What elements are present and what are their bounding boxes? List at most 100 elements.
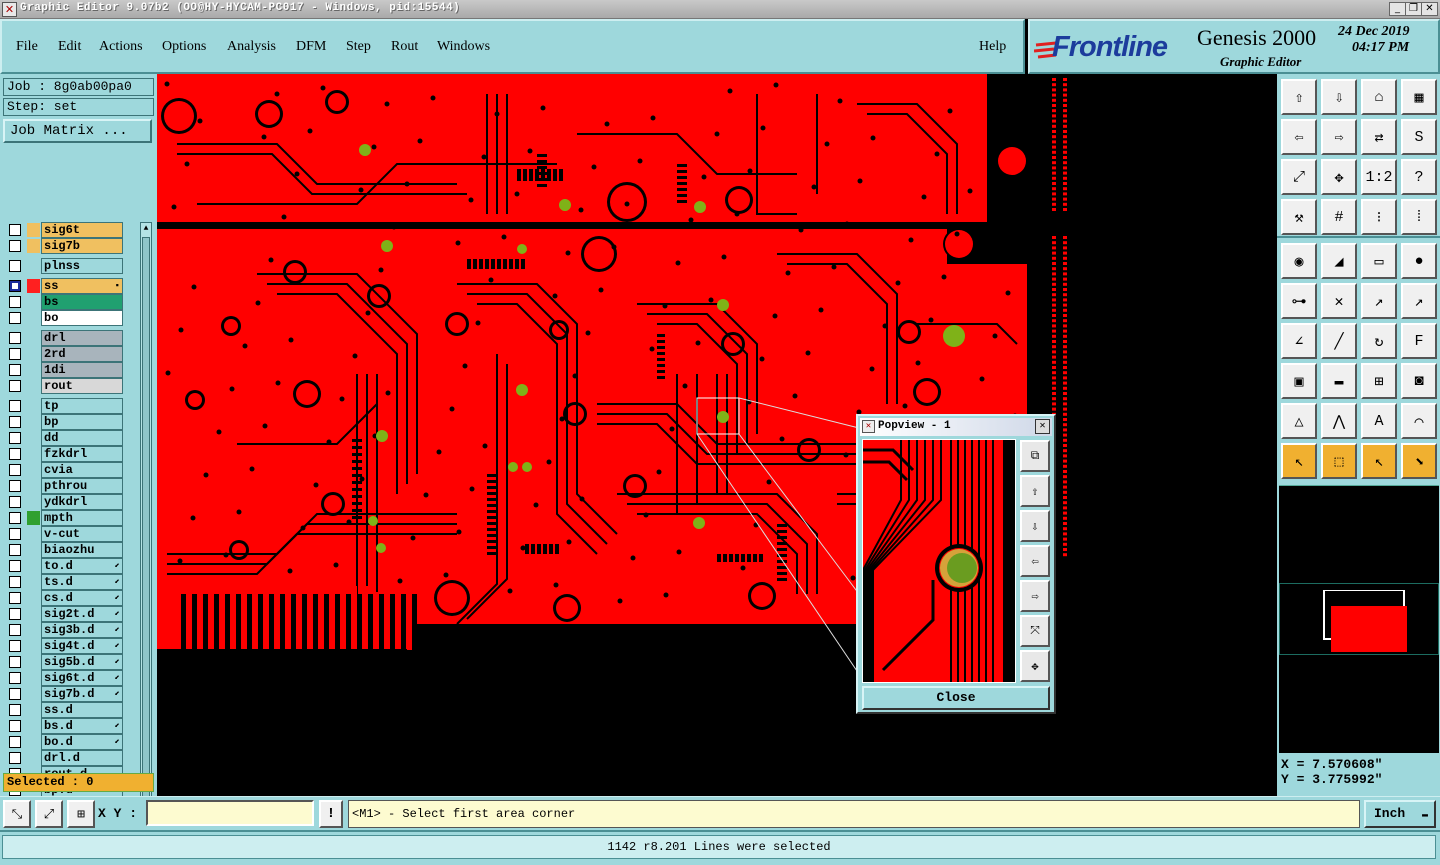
popview-down-icon[interactable]: ⇩ [1020, 510, 1050, 542]
layer-checkbox[interactable] [9, 332, 21, 344]
layer-color-swatch[interactable] [27, 279, 40, 293]
grid-snap-icon[interactable]: ⊞ [67, 800, 95, 828]
layer-name[interactable]: rout [41, 378, 123, 394]
layer-name[interactable]: bo.d ⬋ [41, 734, 123, 750]
snake-icon[interactable]: S [1401, 119, 1437, 155]
minimize-button[interactable]: _ [1389, 2, 1406, 16]
text-tool-icon[interactable]: F [1401, 323, 1437, 359]
restore-button[interactable]: ❐ [1405, 2, 1422, 16]
layer-checkbox[interactable] [9, 280, 21, 292]
layer-row[interactable]: bp [3, 414, 126, 430]
popview-close-button[interactable]: Close [862, 686, 1050, 710]
layer-row[interactable]: sig5b.d ⬋ [3, 654, 126, 670]
route-select-icon[interactable]: ⬊ [1401, 443, 1437, 479]
move-up-icon[interactable]: ⇧ [1281, 79, 1317, 115]
layer-row[interactable]: plnss [3, 258, 126, 274]
grid-icon[interactable]: # [1321, 199, 1357, 235]
menu-edit[interactable]: Edit [58, 39, 81, 55]
pad-arrow-icon[interactable]: ↗ [1401, 283, 1437, 319]
layer-name[interactable]: ts.d ⬋ [41, 574, 123, 590]
move-down-icon[interactable]: ⇩ [1321, 79, 1357, 115]
layer-row[interactable]: drl [3, 330, 126, 346]
layer-checkbox[interactable] [9, 464, 21, 476]
zoom-center-icon[interactable]: ✥ [1321, 159, 1357, 195]
layer-row[interactable]: sig7b.d ⬋ [3, 686, 126, 702]
popview-fit-icon[interactable]: ⧉ [1020, 440, 1050, 472]
zoom-fit-icon[interactable]: ⤢ [1281, 159, 1317, 195]
pointer-icon[interactable]: ↖ [1281, 443, 1317, 479]
unit-select[interactable]: Inch ▬ [1364, 800, 1436, 828]
layer-name[interactable]: ydkdrl [41, 494, 123, 510]
measure-icon[interactable]: ⚒ [1281, 199, 1317, 235]
popview-close-icon[interactable]: ✕ [1035, 419, 1050, 434]
layer-row[interactable]: sig3b.d ⬋ [3, 622, 126, 638]
layer-scrollbar[interactable]: ▲ ▼ [140, 222, 152, 841]
layer-row[interactable]: mpth [3, 510, 126, 526]
layer-name[interactable]: 1di [41, 362, 123, 378]
home-icon[interactable]: ⌂ [1361, 79, 1397, 115]
layer-name[interactable]: bp [41, 414, 123, 430]
layer-checkbox[interactable] [9, 240, 21, 252]
layer-row[interactable]: 1di [3, 362, 126, 378]
layer-name[interactable]: dd [41, 430, 123, 446]
menu-file[interactable]: File [16, 39, 38, 55]
layer-checkbox[interactable] [9, 704, 21, 716]
hat-icon[interactable]: ⌒ [1401, 403, 1437, 439]
layer-checkbox[interactable] [9, 224, 21, 236]
layer-row[interactable]: cs.d ⬋ [3, 590, 126, 606]
layer-row[interactable]: sig7b [3, 238, 126, 254]
layer-name[interactable]: sig7b [41, 238, 123, 254]
layer-row[interactable]: bo.d ⬋ [3, 734, 126, 750]
menu-analysis[interactable]: Analysis [227, 39, 276, 55]
select-box-icon[interactable]: ⬚ [1321, 443, 1357, 479]
menu-rout[interactable]: Rout [391, 39, 418, 55]
bar-icon[interactable]: ▬ [1321, 363, 1357, 399]
menu-options[interactable]: Options [162, 39, 206, 55]
ast-icon[interactable]: A [1361, 403, 1397, 439]
layer-checkbox[interactable] [9, 512, 21, 524]
layer-checkbox[interactable] [9, 496, 21, 508]
layer-name[interactable]: to.d ⬋ [41, 558, 123, 574]
polygon-icon[interactable]: ⋀ [1321, 403, 1357, 439]
pad-outline-icon[interactable]: ● [1401, 243, 1437, 279]
job-matrix-button[interactable]: Job Matrix ... [3, 119, 152, 143]
layer-row[interactable]: ss.d [3, 702, 126, 718]
layer-color-swatch[interactable] [27, 223, 40, 237]
layer-row[interactable]: fzkdrl [3, 446, 126, 462]
traffic-light-icon[interactable]: ⁝ [1361, 199, 1397, 235]
snap-icon[interactable]: ⤡ [3, 800, 31, 828]
layer-checkbox[interactable] [9, 296, 21, 308]
snap-pad-icon[interactable]: ◉ [1281, 243, 1317, 279]
layer-checkbox[interactable] [9, 640, 21, 652]
layer-name[interactable]: biaozhu [41, 542, 123, 558]
layer-row[interactable]: pthrou [3, 478, 126, 494]
layer-row[interactable]: rout [3, 378, 126, 394]
layer-row[interactable]: 2rd [3, 346, 126, 362]
layer-checkbox[interactable] [9, 416, 21, 428]
layer-name[interactable]: pthrou [41, 478, 123, 494]
layer-checkbox[interactable] [9, 448, 21, 460]
split-view-icon[interactable]: ▦ [1401, 79, 1437, 115]
scroll-up-icon[interactable]: ▲ [141, 223, 151, 235]
xy-input[interactable] [146, 800, 314, 826]
graphic-canvas[interactable] [157, 74, 1277, 796]
scale-one-to-two-icon[interactable]: 1:2 [1361, 159, 1397, 195]
layer-checkbox[interactable] [9, 688, 21, 700]
menu-dfm[interactable]: DFM [296, 39, 326, 55]
layer-name[interactable]: tp [41, 398, 123, 414]
ruler-icon[interactable]: ▭ [1361, 243, 1397, 279]
layer-name[interactable]: plnss [41, 258, 123, 274]
slash-line-icon[interactable]: ╱ [1321, 323, 1357, 359]
popview-zoom-in-icon[interactable]: ⤧ [1020, 615, 1050, 647]
layer-checkbox[interactable] [9, 720, 21, 732]
menu-help[interactable]: Help [979, 39, 1006, 55]
layer-row[interactable]: v-cut [3, 526, 126, 542]
layer-checkbox[interactable] [9, 752, 21, 764]
layer-name[interactable]: cs.d ⬋ [41, 590, 123, 606]
popview-right-icon[interactable]: ⇨ [1020, 580, 1050, 612]
layer-checkbox[interactable] [9, 592, 21, 604]
layer-name[interactable]: bs [41, 294, 123, 310]
scroll-thumb[interactable] [142, 237, 150, 827]
layer-row[interactable]: to.d ⬋ [3, 558, 126, 574]
layer-checkbox[interactable] [9, 380, 21, 392]
